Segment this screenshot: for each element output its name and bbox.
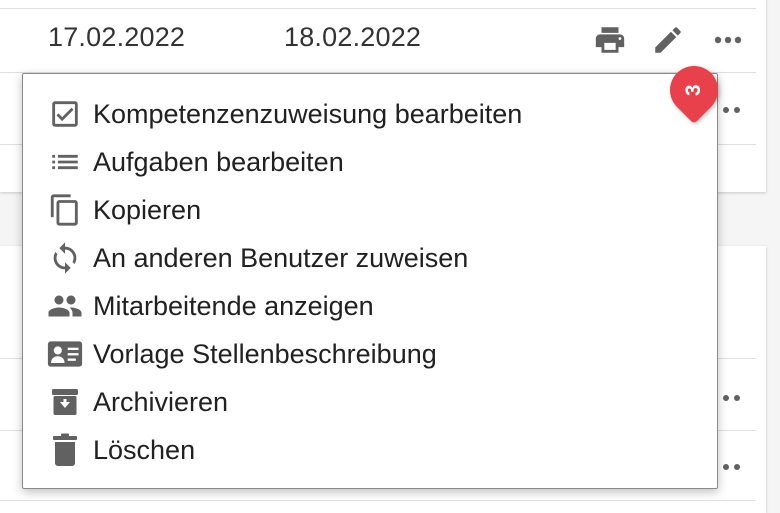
menu-item-label: Vorlage Stellenbeschreibung	[93, 338, 437, 369]
menu-item-edit-competencies[interactable]: Kompetenzenzuweisung bearbeiten	[23, 90, 717, 138]
archive-icon	[47, 384, 83, 420]
menu-item-label: Kompetenzenzuweisung bearbeiten	[93, 98, 523, 129]
copy-icon	[47, 192, 83, 228]
pencil-icon	[655, 27, 681, 53]
menu-item-label: Aufgaben bearbeiten	[93, 146, 344, 177]
menu-item-edit-tasks[interactable]: Aufgaben bearbeiten	[23, 138, 717, 186]
trash-icon	[47, 432, 83, 468]
edit-button[interactable]	[650, 22, 686, 58]
row-divider	[0, 500, 756, 501]
row-divider	[0, 8, 756, 9]
list-icon	[47, 144, 83, 180]
print-button[interactable]	[590, 22, 630, 58]
menu-item-delete[interactable]: Löschen	[23, 426, 717, 474]
end-date: 18.02.2022	[284, 22, 422, 52]
menu-item-label: Mitarbeitende anzeigen	[93, 290, 374, 321]
context-menu: Kompetenzenzuweisung bearbeiten Aufgaben…	[22, 73, 718, 489]
more-actions-button[interactable]	[712, 30, 744, 50]
menu-item-archive[interactable]: Archivieren	[23, 378, 717, 426]
more-horizontal-icon[interactable]	[720, 462, 744, 472]
menu-item-job-description-template[interactable]: Vorlage Stellenbeschreibung	[23, 330, 717, 378]
start-date: 17.02.2022	[48, 22, 186, 52]
people-icon	[47, 288, 83, 324]
id-card-icon	[47, 336, 83, 372]
printer-icon	[595, 27, 625, 53]
checkbox-edit-icon	[47, 96, 83, 132]
menu-item-label: An anderen Benutzer zuweisen	[93, 242, 469, 273]
menu-item-show-employees[interactable]: Mitarbeitende anzeigen	[23, 282, 717, 330]
more-horizontal-icon	[714, 36, 742, 44]
menu-item-copy[interactable]: Kopieren	[23, 186, 717, 234]
context-menu-list: Kompetenzenzuweisung bearbeiten Aufgaben…	[23, 74, 717, 474]
step-badge-number: 3	[682, 84, 705, 96]
more-horizontal-icon[interactable]	[720, 393, 744, 403]
sync-icon	[47, 240, 83, 276]
menu-item-label: Archivieren	[93, 386, 229, 417]
more-horizontal-icon[interactable]	[720, 105, 744, 115]
menu-item-label: Löschen	[93, 434, 196, 465]
menu-item-label: Kopieren	[93, 194, 202, 225]
menu-item-assign-user[interactable]: An anderen Benutzer zuweisen	[23, 234, 717, 282]
